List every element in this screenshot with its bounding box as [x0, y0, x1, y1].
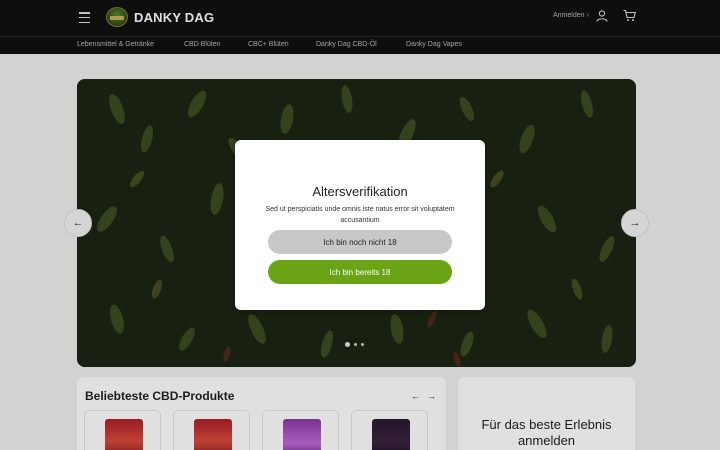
under-18-button[interactable]: Ich bin noch nicht 18 — [268, 230, 452, 254]
over-18-button[interactable]: Ich bin bereits 18 — [268, 260, 452, 284]
age-verification-modal: Altersverifikation Sed ut perspiciatis u… — [235, 140, 485, 310]
modal-text: Sed ut perspiciatis unde omnis iste natu… — [265, 206, 455, 224]
modal-title: Altersverifikation — [312, 184, 408, 199]
